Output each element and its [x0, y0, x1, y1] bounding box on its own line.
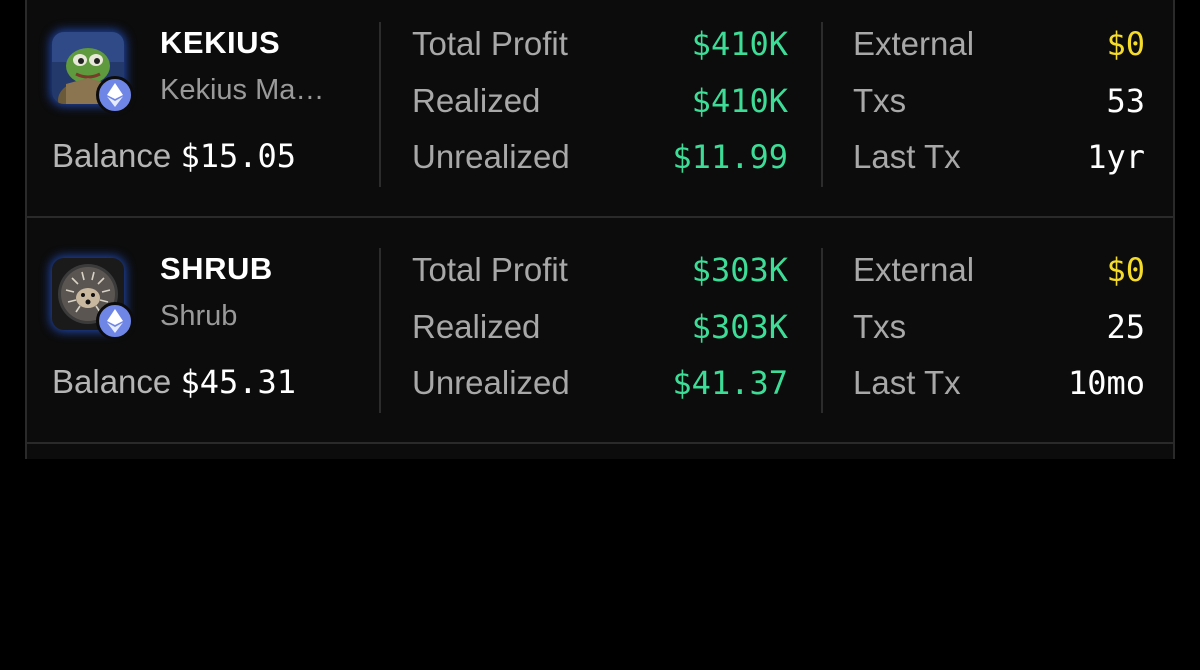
txs-value: 25 [1106, 308, 1145, 346]
txs-label: Txs [853, 308, 907, 345]
token-name: Kekius Ma… [160, 74, 325, 106]
txs-value: 53 [1106, 82, 1145, 120]
token-row[interactable]: SHRUB Shrub Balance $45.31 Total Profit … [27, 218, 1173, 444]
balance-value: $45.31 [180, 363, 297, 401]
token-row[interactable]: KEKIUS Kekius Ma… Balance $15.05 Total P… [27, 0, 1173, 218]
token-name: Shrub [160, 300, 238, 332]
balance: Balance $45.31 [52, 363, 296, 401]
ethereum-icon [96, 76, 134, 114]
token-avatar-wrap [52, 32, 134, 114]
ethereum-icon [96, 302, 134, 340]
total-profit-value: $410K [691, 25, 788, 63]
total-profit-label: Total Profit [412, 25, 568, 62]
balance-label: Balance [52, 137, 172, 174]
external-value: $0 [1106, 251, 1145, 289]
column-divider [379, 22, 381, 187]
token-symbol: SHRUB [160, 251, 273, 286]
unrealized-label: Unrealized [412, 138, 570, 175]
unrealized-value: $11.99 [672, 138, 788, 176]
token-pnl-list: KEKIUS Kekius Ma… Balance $15.05 Total P… [25, 0, 1175, 459]
txs-label: Txs [853, 82, 907, 119]
realized-label: Realized [412, 82, 541, 119]
token-symbol: KEKIUS [160, 25, 281, 60]
last-tx-label: Last Tx [853, 364, 961, 401]
column-divider [821, 22, 823, 187]
balance-label: Balance [52, 363, 172, 400]
column-divider [379, 248, 381, 413]
external-label: External [853, 251, 975, 288]
last-tx-value: 1yr [1087, 138, 1145, 176]
realized-value: $303K [691, 308, 788, 346]
unrealized-value: $41.37 [672, 364, 788, 402]
total-profit-label: Total Profit [412, 251, 568, 288]
column-divider [821, 248, 823, 413]
balance: Balance $15.05 [52, 137, 296, 175]
total-profit-value: $303K [691, 251, 788, 289]
realized-label: Realized [412, 308, 541, 345]
token-avatar-wrap [52, 258, 134, 340]
external-label: External [853, 25, 975, 62]
last-tx-value: 10mo [1067, 364, 1145, 402]
unrealized-label: Unrealized [412, 364, 570, 401]
last-tx-label: Last Tx [853, 138, 961, 175]
realized-value: $410K [691, 82, 788, 120]
balance-value: $15.05 [180, 137, 297, 175]
external-value: $0 [1106, 25, 1145, 63]
token-row-partial[interactable] [27, 444, 1173, 670]
